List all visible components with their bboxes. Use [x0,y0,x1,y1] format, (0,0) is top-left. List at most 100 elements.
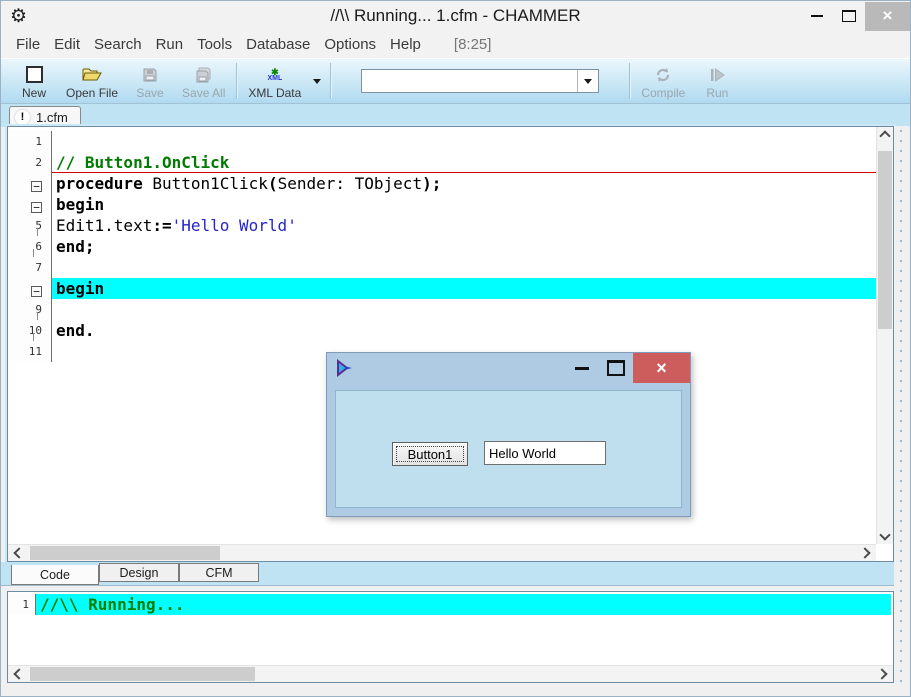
menu-tools[interactable]: Tools [190,33,239,56]
editor-line-8[interactable]: − begin [8,278,893,299]
scroll-down-arrow[interactable] [877,526,893,544]
code-editor-view[interactable]: 1 2// Button1.OnClick − procedure Button1Cl… [8,127,893,544]
chevron-down-icon [584,78,593,84]
compile-button-label: Compile [641,86,686,100]
xml-data-dropdown-arrow[interactable] [308,59,326,103]
tab-cfm[interactable]: CFM [179,563,259,582]
editor-line-2[interactable]: 2// Button1.OnClick [8,152,893,173]
save-button[interactable]: Save [125,59,175,103]
editor-line-6[interactable]: 6 end; [8,236,893,258]
code-text[interactable]: //\\ Running... [36,594,891,615]
line-number: − [8,194,52,215]
running-form-window[interactable]: × Button1 [326,352,691,517]
output-lines: 1//\\ Running... [8,594,893,615]
menu-database[interactable]: Database [239,33,317,56]
open-file-button[interactable]: Open File [59,59,125,103]
scroll-left-arrow[interactable] [10,545,28,561]
output-horizontal-scrollbar[interactable] [8,665,893,682]
scroll-right-arrow[interactable] [856,545,874,561]
code-text[interactable]: begin [52,278,876,299]
tab-1cfm[interactable]: ! 1.cfm [9,106,81,127]
form-maximize-button[interactable] [599,360,633,376]
code-text[interactable] [52,257,876,278]
code-text[interactable] [52,299,876,320]
toolbar-combobox[interactable] [361,69,600,93]
code-text[interactable]: // Button1.OnClick [52,152,876,173]
scroll-up-arrow[interactable] [877,127,893,145]
xml-data-button[interactable]: ✱ XML XML Data [241,59,308,103]
minimize-icon [811,15,823,17]
toolbar-combobox-input[interactable] [362,70,578,92]
maximize-icon [607,360,625,376]
vertical-scroll-thumb[interactable] [878,151,892,329]
editor-line-4[interactable]: − begin [8,194,893,215]
menu-search[interactable]: Search [87,33,149,56]
code-text[interactable]: begin [52,194,876,215]
menu-options[interactable]: Options [317,33,383,56]
line-number: 1 [8,594,36,615]
tab-design[interactable]: Design [99,563,179,582]
editor-line-3[interactable]: − procedure Button1Click(Sender: TObject)… [8,173,893,194]
toolbar: New Open File Save Save All ✱ XML XML Dat [1,58,910,104]
code-lines: 1 2// Button1.OnClick − procedure Button1Cl… [8,131,893,362]
tab-code[interactable]: Code [11,565,99,585]
scroll-right-arrow[interactable] [873,666,891,682]
form-minimize-button[interactable] [565,366,599,370]
close-button[interactable]: × [865,1,910,31]
editor-vertical-scrollbar[interactable] [876,127,893,544]
fold-collapse-icon[interactable]: − [31,180,42,192]
output-view[interactable]: 1//\\ Running... [8,592,893,665]
menu-bar: File Edit Search Run Tools Database Opti… [1,31,910,58]
code-text[interactable]: end. [52,320,876,341]
chevron-left-icon [13,547,25,559]
app-gear-icon: ⚙ [10,5,28,27]
line-number: 9 [8,299,52,320]
view-tab-strip: Code Design CFM [1,562,896,586]
code-text[interactable]: end; [52,236,876,257]
editor-line-7[interactable]: 7 [8,257,893,278]
chevron-up-icon [879,130,891,142]
chevron-right-icon [859,547,871,559]
menu-run[interactable]: Run [149,33,191,56]
code-text[interactable] [52,131,876,152]
horizontal-scroll-thumb[interactable] [30,546,220,560]
new-button[interactable]: New [9,59,59,103]
fold-collapse-icon[interactable]: − [31,285,42,297]
menu-clock: [8:25] [453,36,492,53]
form-close-button[interactable]: × [633,353,690,383]
minimize-button[interactable] [801,2,833,31]
horizontal-scroll-thumb[interactable] [30,667,255,681]
code-text[interactable]: procedure Button1Click(Sender: TObject); [52,173,876,194]
app-window: ⚙ //\\ Running... 1.cfm - CHAMMER × File… [0,0,911,697]
editor-line-10[interactable]: 10 end. [8,320,893,342]
form-window-controls: × [565,353,690,383]
form-edit1-input[interactable] [485,442,605,464]
form-button1[interactable]: Button1 [392,442,468,466]
chevron-left-icon [13,668,25,680]
scroll-left-arrow[interactable] [10,666,28,682]
form-title-bar[interactable]: × [327,353,690,383]
title-bar: ⚙ //\\ Running... 1.cfm - CHAMMER × [1,1,910,31]
modified-exclamation-icon: ! [15,109,30,125]
editor-line-1[interactable]: 1 [8,131,893,152]
editor-line-9[interactable]: 9 [8,299,893,320]
document-tab-strip: ! 1.cfm [1,104,910,127]
code-text[interactable]: Edit1.text:='Hello World' [52,215,876,236]
form-edit1[interactable] [484,441,606,465]
line-number: 5 [8,215,52,236]
xml-data-button-label: XML Data [248,86,302,100]
editor-horizontal-scrollbar[interactable] [8,544,876,561]
menu-file[interactable]: File [9,33,47,56]
compile-refresh-icon [654,66,672,83]
editor-line-5[interactable]: 5 Edit1.text:='Hello World' [8,215,893,236]
compile-button[interactable]: Compile [634,59,692,103]
menu-edit[interactable]: Edit [47,33,87,56]
maximize-button[interactable] [833,2,865,31]
form-app-play-icon [335,359,355,377]
save-all-button[interactable]: Save All [175,59,232,103]
fold-collapse-icon[interactable]: − [31,201,42,213]
output-line-1[interactable]: 1//\\ Running... [8,594,893,615]
combobox-dropdown-button[interactable] [577,70,599,92]
run-button[interactable]: Run [692,59,742,103]
menu-help[interactable]: Help [383,33,428,56]
